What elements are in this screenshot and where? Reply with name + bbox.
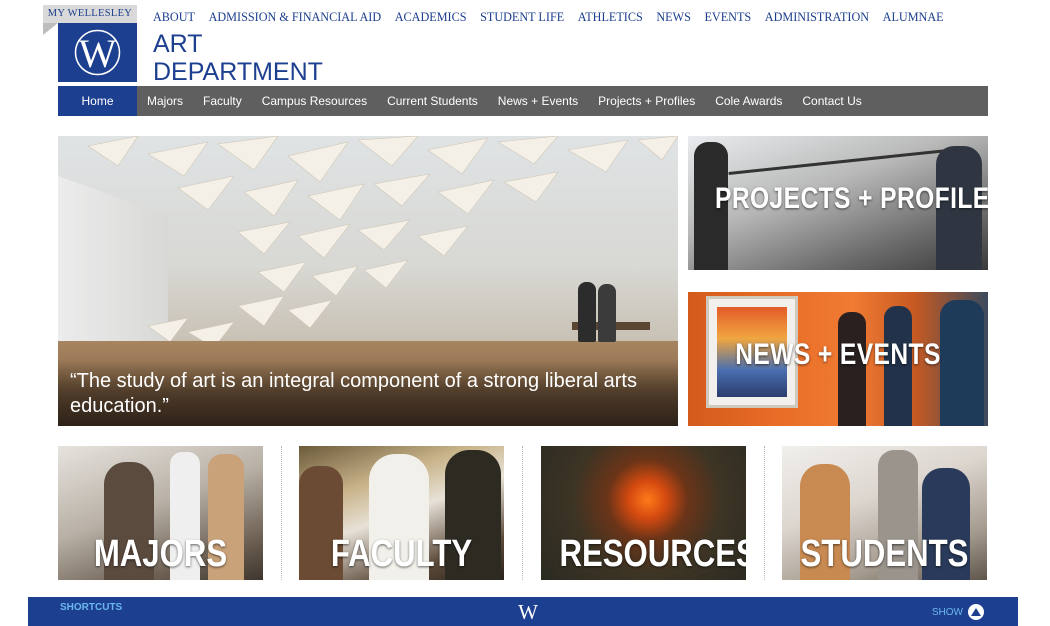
footer-logo-letter: W xyxy=(518,602,538,622)
top-link-events[interactable]: EVENTS xyxy=(704,10,751,25)
show-label: SHOW xyxy=(931,606,963,618)
department-main-nav: Home Majors Faculty Campus Resources Cur… xyxy=(58,86,988,116)
top-link-news[interactable]: NEWS xyxy=(656,10,691,25)
top-link-athletics[interactable]: ATHLETICS xyxy=(578,10,643,25)
hero-visitor xyxy=(578,282,596,342)
tile-resources[interactable]: RESOURCES xyxy=(541,446,746,580)
tile-news-events[interactable]: NEWS + EVENTS xyxy=(688,292,988,426)
nav-item-current-students[interactable]: Current Students xyxy=(377,86,488,116)
nav-item-faculty[interactable]: Faculty xyxy=(193,86,252,116)
tile-photo-detail xyxy=(728,147,958,176)
nav-item-cole-awards[interactable]: Cole Awards xyxy=(705,86,792,116)
tile-divider xyxy=(522,446,523,580)
wellesley-logo[interactable]: W xyxy=(58,23,137,82)
logo-letter: W xyxy=(79,31,117,76)
tile-students[interactable]: STUDENTS xyxy=(782,446,987,580)
tile-divider xyxy=(764,446,765,580)
tile-divider xyxy=(281,446,282,580)
tile-faculty[interactable]: FACULTY xyxy=(299,446,504,580)
nav-item-majors[interactable]: Majors xyxy=(137,86,193,116)
site-title-line2: DEPARTMENT xyxy=(153,58,323,86)
nav-item-contact-us[interactable]: Contact Us xyxy=(792,86,871,116)
shortcuts-link[interactable]: SHORTCUTS xyxy=(60,602,122,613)
tile-label-majors: MAJORS xyxy=(93,533,228,575)
site-title-line1: ART xyxy=(153,30,203,58)
tile-majors[interactable]: MAJORS xyxy=(58,446,263,580)
nav-item-home[interactable]: Home xyxy=(58,86,137,116)
show-shortcuts-toggle[interactable]: SHOW xyxy=(932,604,984,620)
tile-label-news-events: NEWS + EVENTS xyxy=(735,338,941,371)
top-link-alumnae[interactable]: ALUMNAE xyxy=(883,10,944,25)
shortcuts-bar: SHORTCUTS W SHOW xyxy=(28,597,1018,626)
wellesley-w-icon: W xyxy=(515,600,541,626)
nav-item-campus-resources[interactable]: Campus Resources xyxy=(252,86,377,116)
wellesley-w-icon: W xyxy=(74,29,121,76)
global-top-nav: ABOUT ADMISSION & FINANCIAL AID ACADEMIC… xyxy=(153,10,957,25)
site-title[interactable]: ART DEPARTMENT xyxy=(153,30,323,86)
top-link-admission[interactable]: ADMISSION & FINANCIAL AID xyxy=(209,10,382,25)
tile-label-faculty: FACULTY xyxy=(330,533,473,575)
chevron-up-icon xyxy=(968,604,984,620)
nav-item-news-events[interactable]: News + Events xyxy=(488,86,588,116)
top-link-administration[interactable]: ADMINISTRATION xyxy=(765,10,869,25)
top-link-about[interactable]: ABOUT xyxy=(153,10,195,25)
hero-image-installation[interactable]: “The study of art is an integral compone… xyxy=(58,136,678,426)
nav-item-projects-profiles[interactable]: Projects + Profiles xyxy=(588,86,705,116)
hero-quote: “The study of art is an integral compone… xyxy=(70,370,637,417)
top-link-academics[interactable]: ACADEMICS xyxy=(395,10,467,25)
tile-label-resources: RESOURCES xyxy=(559,533,746,575)
tile-projects-profiles[interactable]: PROJECTS + PROFILES xyxy=(688,136,988,270)
hero-visitor xyxy=(598,284,616,342)
tile-label-students: STUDENTS xyxy=(800,533,969,575)
tile-label-projects-profiles: PROJECTS + PROFILES xyxy=(715,182,988,215)
top-link-student-life[interactable]: STUDENT LIFE xyxy=(480,10,564,25)
my-wellesley-tab[interactable]: MY WELLESLEY xyxy=(43,5,137,23)
tab-fold-decoration xyxy=(43,23,58,35)
